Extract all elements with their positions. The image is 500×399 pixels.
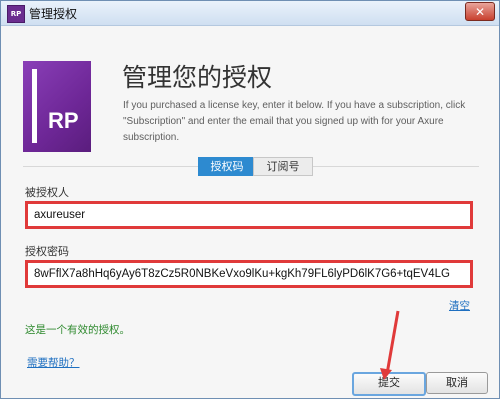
logo-bar bbox=[32, 69, 37, 143]
license-key-field[interactable]: 8wFflX7a8hHq6yAy6T8zCz5R0NBKeVxo9lKu+kgK… bbox=[25, 260, 473, 288]
license-key-input[interactable]: 8wFflX7a8hHq6yAy6T8zCz5R0NBKeVxo9lKu+kgK… bbox=[34, 268, 464, 280]
cancel-button[interactable]: 取消 bbox=[426, 372, 488, 394]
valid-license-message: 这是一个有效的授权。 bbox=[25, 324, 130, 336]
close-button[interactable]: ✕ bbox=[465, 2, 495, 21]
help-link[interactable]: 需要帮助？ bbox=[27, 355, 80, 370]
licensee-input[interactable]: axureuser bbox=[34, 209, 464, 221]
axure-rp-logo: RP bbox=[23, 61, 91, 152]
dialog-description: If you purchased a license key, enter it… bbox=[123, 100, 466, 143]
window-title: 管理授权 bbox=[29, 7, 78, 21]
title-bar: RP 管理授权 ✕ bbox=[1, 1, 499, 26]
app-icon-text: RP bbox=[10, 9, 22, 18]
dialog-content: RP 管理您的授权 If you purchased a license key… bbox=[1, 26, 499, 398]
app-icon: RP bbox=[7, 5, 25, 23]
submit-button[interactable]: 提交 bbox=[352, 372, 426, 396]
tab-license-key[interactable]: 授权码 bbox=[198, 157, 256, 176]
licensee-field[interactable]: axureuser bbox=[25, 201, 473, 229]
dialog-heading: 管理您的授权 bbox=[122, 63, 273, 92]
tab-subscription[interactable]: 订阅号 bbox=[253, 157, 313, 176]
license-key-label: 授权密码 bbox=[25, 245, 69, 258]
license-dialog: RP 管理授权 ✕ RP 管理您的授权 If you purchased a l… bbox=[0, 0, 500, 399]
logo-text: RP bbox=[48, 108, 79, 133]
clear-link[interactable]: 清空 bbox=[449, 298, 470, 313]
licensee-label: 被授权人 bbox=[25, 186, 69, 199]
